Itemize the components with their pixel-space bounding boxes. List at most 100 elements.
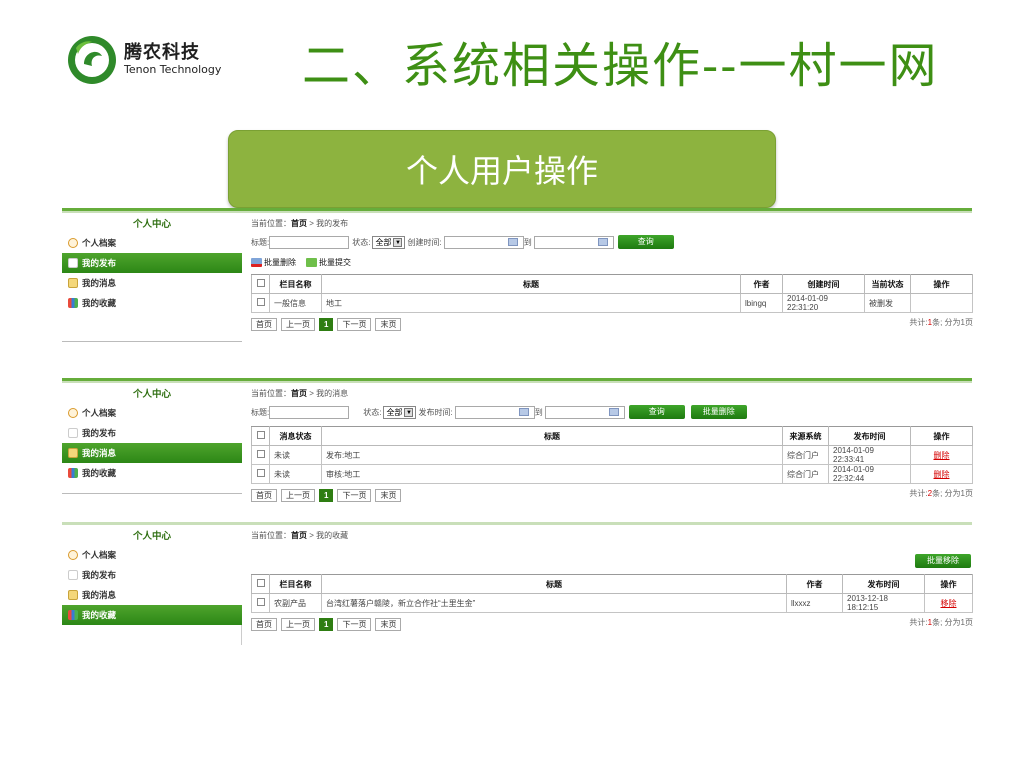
- sidebar-item-favorites[interactable]: 我的收藏: [62, 293, 242, 313]
- batch-remove-button[interactable]: 批量移除: [915, 554, 971, 568]
- prev-page-button[interactable]: 上一页: [281, 317, 315, 331]
- title-input[interactable]: [269, 235, 350, 249]
- last-page-button[interactable]: 末页: [375, 317, 402, 331]
- total-count: 共计:1条; 分为1页: [909, 318, 973, 327]
- batch-delete-button[interactable]: 批量删除: [264, 257, 296, 268]
- sidebar-item-publish[interactable]: 我的发布: [62, 253, 242, 273]
- total-count: 共计:1条; 分为1页: [909, 618, 973, 627]
- sidebar-title: 个人中心: [132, 389, 171, 400]
- message-icon: [68, 278, 78, 288]
- favorites-icon: [68, 610, 78, 620]
- select-all-checkbox[interactable]: [256, 579, 265, 587]
- sidebar-item-profile[interactable]: 个人档案: [62, 233, 242, 253]
- table-row: 未读 发布:地工 综合门户 2014-01-09 22:33:41 删除: [251, 445, 973, 465]
- sidebar-item-profile[interactable]: 个人档案: [62, 403, 242, 423]
- row-checkbox[interactable]: [256, 598, 265, 606]
- message-icon: [68, 590, 78, 600]
- breadcrumb-home-link[interactable]: 首页: [291, 531, 307, 540]
- favorites-panel: 个人中心 个人档案 我的发布 我的消息 我的收藏 当前位置：首页 > 我的收藏 …: [62, 522, 973, 648]
- delete-link[interactable]: 删除: [934, 470, 950, 479]
- messages-table: 消息状态 标题 来源系统 发布时间 操作 未读 发布:地工 综合门户 2014-…: [251, 426, 973, 484]
- prev-page-button[interactable]: 上一页: [281, 617, 315, 631]
- favorites-icon: [68, 298, 78, 308]
- status-select[interactable]: 全部 ▼: [383, 405, 417, 419]
- row-title[interactable]: 审核:地工: [321, 464, 783, 484]
- favorites-table: 栏目名称 标题 作者 发布时间 操作 农副产品 台湾红薯落户赣陵，新立合作社“土…: [251, 574, 973, 613]
- batch-delete-button[interactable]: 批量删除: [690, 405, 747, 419]
- document-icon: [68, 258, 78, 268]
- publish-table: 栏目名称 标题 作者 创建时间 当前状态 操作 一般信息 地工 lbingq 2…: [251, 274, 973, 313]
- sidebar-item-messages[interactable]: 我的消息: [62, 443, 242, 463]
- logo-emblem-icon: [68, 36, 116, 84]
- next-page-button[interactable]: 下一页: [337, 617, 372, 631]
- sidebar-item-favorites[interactable]: 我的收藏: [62, 605, 242, 625]
- sidebar-title: 个人中心: [132, 531, 171, 542]
- pagination: 首页 上一页 1 下一页 末页 共计:1条; 分为1页: [251, 613, 973, 635]
- last-page-button[interactable]: 末页: [375, 488, 402, 502]
- filter-bar: 标题: 状态: 全部 ▼ 创建时间: 到 查询: [251, 232, 973, 252]
- row-title[interactable]: 台湾红薯落户赣陵，新立合作社“土里生金”: [321, 593, 787, 613]
- logo-cn-text: 腾农科技: [124, 42, 200, 63]
- query-button[interactable]: 查询: [628, 405, 685, 419]
- sidebar-item-publish[interactable]: 我的发布: [62, 423, 242, 443]
- sidebar-item-favorites[interactable]: 我的收藏: [62, 463, 242, 483]
- slide-title: 二、系统相关操作--一村一网: [302, 38, 939, 94]
- row-checkbox[interactable]: [256, 298, 265, 306]
- batch-delete-icon: [251, 257, 262, 267]
- batch-submit-icon: [306, 257, 317, 267]
- first-page-button[interactable]: 首页: [251, 317, 277, 331]
- user-icon: [68, 550, 78, 560]
- calendar-icon[interactable]: [518, 408, 529, 416]
- user-icon: [68, 408, 78, 418]
- logo-en-text: Tenon Technology: [124, 63, 222, 76]
- row-title[interactable]: 发布:地工: [321, 445, 783, 465]
- sidebar: 个人中心 个人档案 我的发布 我的消息 我的收藏: [62, 216, 242, 342]
- calendar-icon[interactable]: [597, 238, 608, 246]
- first-page-button[interactable]: 首页: [251, 488, 277, 502]
- calendar-icon[interactable]: [507, 238, 518, 246]
- delete-link[interactable]: 删除: [934, 451, 950, 460]
- query-button[interactable]: 查询: [617, 235, 674, 249]
- sidebar-item-publish[interactable]: 我的发布: [62, 565, 242, 585]
- table-row: 一般信息 地工 lbingq 2014-01-09 22:31:20 被删发: [251, 293, 973, 313]
- sidebar-title: 个人中心: [132, 219, 171, 230]
- section-banner: 个人用户操作: [228, 130, 776, 208]
- table-row: 未读 审核:地工 综合门户 2014-01-09 22:32:44 删除: [251, 464, 973, 484]
- breadcrumb-home-link[interactable]: 首页: [291, 219, 307, 228]
- page-1-button[interactable]: 1: [319, 317, 334, 331]
- table-header: 栏目名称 标题 作者 发布时间 操作: [251, 574, 973, 594]
- pagination: 首页 上一页 1 下一页 末页 共计:1条; 分为1页: [251, 313, 973, 335]
- page-1-button[interactable]: 1: [319, 617, 334, 631]
- row-title[interactable]: 地工: [321, 293, 741, 313]
- document-icon: [68, 570, 78, 580]
- title-input[interactable]: [269, 405, 350, 419]
- row-checkbox[interactable]: [256, 469, 265, 477]
- breadcrumb-home-link[interactable]: 首页: [291, 389, 307, 398]
- status-select[interactable]: 全部 ▼: [372, 235, 406, 249]
- batch-submit-button[interactable]: 批量提交: [319, 257, 351, 268]
- chevron-down-icon: ▼: [393, 237, 403, 247]
- select-all-checkbox[interactable]: [256, 431, 265, 439]
- company-logo: 腾农科技 Tenon Technology: [66, 34, 221, 86]
- sidebar-item-messages[interactable]: 我的消息: [62, 273, 242, 293]
- sidebar-item-messages[interactable]: 我的消息: [62, 585, 242, 605]
- last-page-button[interactable]: 末页: [375, 617, 402, 631]
- messages-panel: 个人中心 个人档案 我的发布 我的消息 我的收藏 当前位置：首页 > 我的消息 …: [62, 378, 973, 518]
- prev-page-button[interactable]: 上一页: [281, 488, 315, 502]
- remove-link[interactable]: 移除: [941, 599, 957, 608]
- table-header: 栏目名称 标题 作者 创建时间 当前状态 操作: [251, 274, 973, 294]
- sidebar: 个人中心 个人档案 我的发布 我的消息 我的收藏: [62, 386, 242, 494]
- user-icon: [68, 238, 78, 248]
- breadcrumb: 当前位置：首页 > 我的收藏: [251, 531, 349, 540]
- favorites-icon: [68, 468, 78, 478]
- calendar-icon[interactable]: [608, 408, 619, 416]
- sidebar-item-profile[interactable]: 个人档案: [62, 545, 242, 565]
- next-page-button[interactable]: 下一页: [337, 317, 372, 331]
- row-checkbox[interactable]: [256, 450, 265, 458]
- next-page-button[interactable]: 下一页: [337, 488, 372, 502]
- page-1-button[interactable]: 1: [319, 488, 334, 502]
- first-page-button[interactable]: 首页: [251, 617, 277, 631]
- breadcrumb: 当前位置：首页 > 我的消息: [251, 389, 349, 398]
- document-icon: [68, 428, 78, 438]
- select-all-checkbox[interactable]: [256, 279, 265, 287]
